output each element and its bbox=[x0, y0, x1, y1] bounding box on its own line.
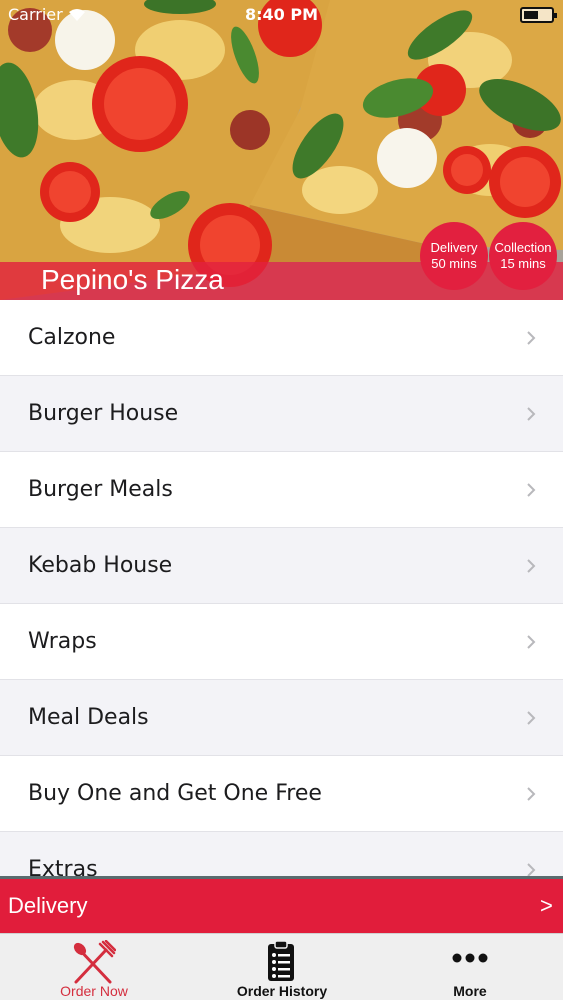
status-time: 8:40 PM bbox=[244, 5, 318, 24]
clipboard-list-icon bbox=[268, 940, 294, 981]
delivery-badge-time: 50 mins bbox=[431, 256, 477, 271]
tab-order-now[interactable]: Order Now bbox=[0, 934, 188, 1000]
collection-badge-label: Collection bbox=[494, 240, 552, 255]
chevron-right-icon bbox=[527, 483, 536, 497]
menu-item-wraps[interactable]: Wraps bbox=[0, 604, 563, 680]
hero-banner: Carrier 8:40 PM Pepino's Pizza Delivery … bbox=[0, 0, 563, 300]
delivery-time-badge: Delivery 50 mins bbox=[420, 222, 488, 290]
status-bar: Carrier 8:40 PM bbox=[0, 0, 563, 30]
delivery-mode-label: Delivery bbox=[8, 893, 88, 918]
menu-item-bogof[interactable]: Buy One and Get One Free bbox=[0, 756, 563, 832]
menu-item-label: Wraps bbox=[28, 629, 97, 654]
collection-badge-time: 15 mins bbox=[500, 256, 546, 271]
chevron-right-icon: > bbox=[540, 893, 553, 918]
menu-item-meal-deals[interactable]: Meal Deals bbox=[0, 680, 563, 756]
tab-order-history[interactable]: Order History bbox=[188, 934, 376, 1000]
menu-item-label: Extras bbox=[28, 857, 98, 876]
menu-item-calzone[interactable]: Calzone bbox=[0, 300, 563, 376]
delivery-badge-label: Delivery bbox=[430, 240, 478, 255]
tab-more[interactable]: More bbox=[376, 934, 563, 1000]
menu-item-label: Buy One and Get One Free bbox=[28, 781, 322, 806]
tab-label: More bbox=[453, 983, 487, 999]
chevron-right-icon bbox=[527, 331, 536, 345]
chevron-right-icon bbox=[527, 711, 536, 725]
menu-item-label: Meal Deals bbox=[28, 705, 149, 730]
chevron-right-icon bbox=[527, 635, 536, 649]
menu-item-burger-house[interactable]: Burger House bbox=[0, 376, 563, 452]
menu-item-kebab-house[interactable]: Kebab House bbox=[0, 528, 563, 604]
restaurant-name: Pepino's Pizza bbox=[41, 264, 224, 295]
menu-category-list[interactable]: Calzone Burger House Burger Meals Kebab … bbox=[0, 300, 563, 876]
battery-icon bbox=[520, 7, 557, 23]
tab-bar: Order Now Order History More bbox=[0, 933, 563, 1000]
chevron-right-icon bbox=[527, 863, 536, 876]
collection-time-badge: Collection 15 mins bbox=[489, 222, 557, 290]
chevron-right-icon bbox=[527, 787, 536, 801]
delivery-mode-button[interactable]: Delivery > bbox=[0, 876, 563, 933]
menu-item-label: Calzone bbox=[28, 325, 116, 350]
tab-label: Order History bbox=[236, 983, 328, 999]
menu-item-label: Burger House bbox=[28, 401, 179, 426]
ellipsis-icon bbox=[452, 953, 488, 963]
menu-item-extras[interactable]: Extras bbox=[0, 832, 563, 876]
tab-label: Order Now bbox=[60, 983, 128, 999]
fork-knife-icon bbox=[73, 940, 116, 984]
chevron-right-icon bbox=[527, 407, 536, 421]
menu-item-burger-meals[interactable]: Burger Meals bbox=[0, 452, 563, 528]
chevron-right-icon bbox=[527, 559, 536, 573]
menu-item-label: Kebab House bbox=[28, 553, 173, 578]
menu-item-label: Burger Meals bbox=[28, 477, 173, 502]
